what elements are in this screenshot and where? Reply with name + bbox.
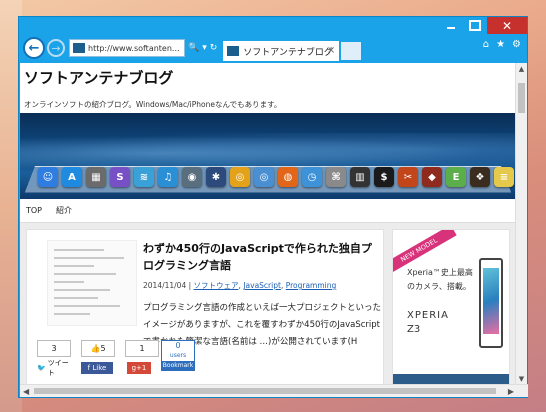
hatena-bookmark-button[interactable]: 0 users Bookmark xyxy=(161,340,195,371)
app-icon: ≋ xyxy=(134,167,154,187)
like-count: 👍 5 xyxy=(81,340,115,357)
thumbnail-line xyxy=(54,265,94,267)
twitter-bird-icon: 🐦 xyxy=(37,364,46,372)
dock-icons: ☺A▦S≋♫◉✱◎◎◍◷⌘▥$✂◆E❖≡◇ xyxy=(38,167,516,187)
app-icon: ⌘ xyxy=(326,167,346,187)
ad-copy: Xperia™史上最高のカメラ、搭載。 xyxy=(407,268,473,291)
address-bar[interactable]: http://www.softanten... xyxy=(69,39,185,57)
app-icon: ◉ xyxy=(182,167,202,187)
thumbnail-line xyxy=(54,305,120,307)
tweet-label: ツイート xyxy=(47,359,69,377)
browser-window: ✕ ← → http://www.softanten... 🔍 ▾ ↻ ソフトア… xyxy=(18,16,528,398)
scroll-right-arrow-icon[interactable]: ▶ xyxy=(508,385,514,398)
tweet-count: 3 xyxy=(37,340,71,357)
site-description: オンラインソフトの紹介ブログ。Windows/Mac/iPhoneなんでもありま… xyxy=(24,100,282,109)
thumbnail-line xyxy=(54,249,104,251)
content-area: わずか450行のJavaScriptで作られた独自プログラミング言語 2014/… xyxy=(20,223,516,385)
ad-brand: XPERIA xyxy=(407,310,449,321)
article-card: わずか450行のJavaScriptで作られた独自プログラミング言語 2014/… xyxy=(26,229,384,385)
terminal-icon: $ xyxy=(374,167,394,187)
firefox-icon: ◍ xyxy=(278,167,298,187)
search-icon[interactable]: 🔍 xyxy=(188,43,199,53)
refresh-icon[interactable]: ↻ xyxy=(210,43,218,53)
site-favicon xyxy=(73,43,85,53)
ad-model: Z3 xyxy=(407,324,421,335)
site-title[interactable]: ソフトアンテナブログ xyxy=(24,67,173,88)
tab-title: ソフトアンテナブログ xyxy=(243,47,333,58)
scroll-left-arrow-icon[interactable]: ◀ xyxy=(23,385,29,398)
address-text: http://www.softanten... xyxy=(88,43,180,53)
facebook-like-button[interactable]: f Like xyxy=(81,362,113,374)
xperia-ad-banner[interactable]: NEW MODEL Xperia™史上最高のカメラ、搭載。 XPERIA Z3 xyxy=(392,229,510,385)
article-meta: 2014/11/04 | ソフトウェア, JavaScript, Program… xyxy=(143,281,337,290)
vertical-scroll-thumb[interactable] xyxy=(518,83,525,113)
horizontal-scroll-thumb[interactable] xyxy=(34,388,496,394)
back-button[interactable]: ← xyxy=(23,37,45,59)
chromium-icon: ◎ xyxy=(254,167,274,187)
minimize-button[interactable] xyxy=(439,17,463,34)
browser-toolbar-icons: ⌂ ★ ⚙ xyxy=(483,39,521,50)
thumbnail-line xyxy=(54,297,98,299)
forward-button[interactable]: → xyxy=(47,39,65,57)
close-tab-icon[interactable]: × xyxy=(327,45,335,56)
category-link[interactable]: JavaScript xyxy=(243,281,281,290)
thumbnail-line xyxy=(54,281,84,283)
settings-gear-icon[interactable]: ⚙ xyxy=(512,39,521,50)
nav-item-top[interactable]: TOP xyxy=(26,206,42,215)
safari-icon: ◷ xyxy=(302,167,322,187)
app-icon: ▥ xyxy=(350,167,370,187)
tab-active[interactable]: ソフトアンテナブログ × xyxy=(223,41,340,61)
gplus-count: 1 xyxy=(125,340,159,357)
thumbnail-line xyxy=(54,257,124,259)
maximize-button[interactable] xyxy=(463,17,487,34)
terminal-icon: ▦ xyxy=(86,167,106,187)
scroll-up-arrow-icon[interactable]: ▲ xyxy=(516,63,527,75)
evernote-icon: E xyxy=(446,167,466,187)
like-label: Like xyxy=(92,364,107,372)
chrome-icon: ◎ xyxy=(230,167,250,187)
like-count-value: 5 xyxy=(100,344,106,353)
article-date: 2014/11/04 xyxy=(143,281,187,290)
tab-favicon xyxy=(227,46,240,56)
header-banner: ☺A▦S≋♫◉✱◎◎◍◷⌘▥$✂◆E❖≡◇ xyxy=(20,113,516,199)
chevron-down-icon[interactable]: ▾ xyxy=(202,43,207,53)
meta-separator: | xyxy=(188,281,192,290)
address-tools: 🔍 ▾ ↻ xyxy=(188,43,217,53)
new-tab-button[interactable] xyxy=(341,42,362,60)
home-icon[interactable]: ⌂ xyxy=(483,39,489,50)
page-viewport: ソフトアンテナブログ オンラインソフトの紹介ブログ。Windows/Mac/iP… xyxy=(20,63,516,385)
favorites-icon[interactable]: ★ xyxy=(496,39,505,50)
hatena-bookmark-label: Bookmark xyxy=(161,361,195,371)
app-icon: ✂ xyxy=(398,167,418,187)
tweet-button[interactable]: 🐦 ツイート xyxy=(37,359,75,377)
horizontal-scrollbar[interactable]: ◀ ▶ xyxy=(20,384,528,397)
category-link[interactable]: ソフトウェア xyxy=(194,281,239,290)
nav-item-intro[interactable]: 紹介 xyxy=(56,205,72,216)
app-icon: ✱ xyxy=(206,167,226,187)
top-navigation: TOP 紹介 xyxy=(20,199,516,223)
hatena-users-label: users xyxy=(169,352,187,359)
thumbnail-line xyxy=(54,273,116,275)
finder-icon: ☺ xyxy=(38,167,58,187)
app-icon: S xyxy=(110,167,130,187)
article-thumbnail[interactable] xyxy=(47,240,137,326)
article-title[interactable]: わずか450行のJavaScriptで作られた独自プログラミング言語 xyxy=(143,240,381,274)
app-icon: ◆ xyxy=(422,167,442,187)
thumbnail-line xyxy=(54,313,90,315)
close-button[interactable]: ✕ xyxy=(487,17,527,34)
vertical-scrollbar[interactable]: ▲ ▼ xyxy=(515,63,527,385)
itunes-icon: ♫ xyxy=(158,167,178,187)
thumbs-up-icon: 👍 xyxy=(90,344,101,353)
google-plus-button[interactable]: g+1 xyxy=(127,362,151,374)
appstore-icon: A xyxy=(62,167,82,187)
notes-icon: ≡ xyxy=(494,167,514,187)
navigation-bar: ← → http://www.softanten... 🔍 ▾ ↻ ソフトアンテ… xyxy=(19,35,527,61)
app-icon: ❖ xyxy=(470,167,490,187)
share-buttons: 3 👍 5 1 🐦 ツイート f Like g+1 0 users Bookma… xyxy=(37,340,195,385)
thumbnail-line xyxy=(54,289,110,291)
category-link[interactable]: Programming xyxy=(286,281,337,290)
window-caption-buttons: ✕ xyxy=(439,17,527,35)
phone-image xyxy=(479,258,503,348)
